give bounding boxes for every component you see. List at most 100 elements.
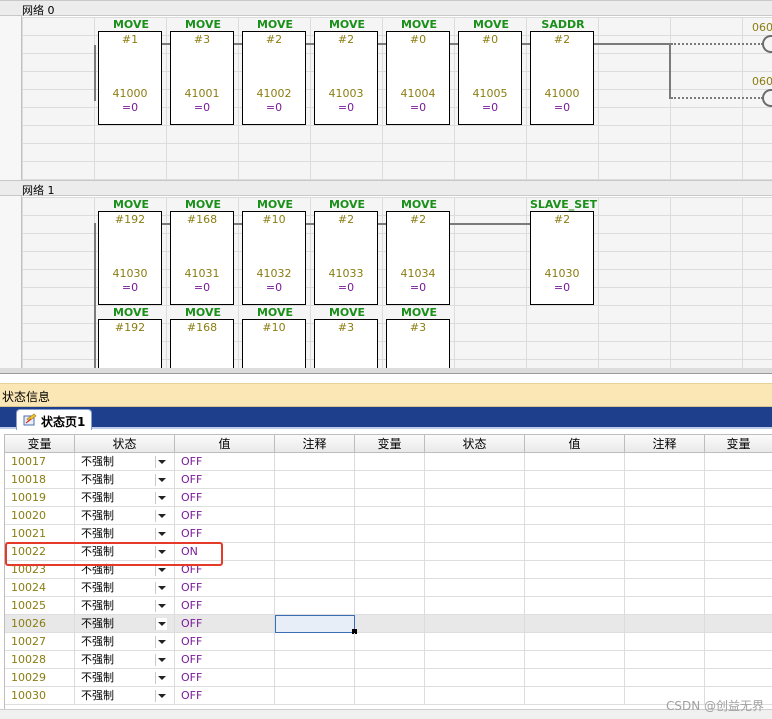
empty-cell[interactable] (275, 489, 355, 507)
table-row[interactable]: 10021 不强制 OFF (5, 525, 772, 543)
empty-cell[interactable] (425, 579, 525, 597)
empty-cell[interactable] (525, 453, 625, 471)
function-block[interactable]: #0 41004 =0 (386, 31, 450, 125)
value-cell[interactable]: OFF (175, 615, 275, 633)
function-block[interactable]: #10 41032 =0 (242, 211, 306, 305)
selected-cell[interactable] (275, 615, 355, 633)
function-block[interactable]: #2 41030 =0 (530, 211, 594, 305)
function-block[interactable]: #0 41005 =0 (458, 31, 522, 125)
empty-cell[interactable] (625, 453, 705, 471)
empty-cell[interactable] (625, 471, 705, 489)
empty-cell[interactable] (705, 579, 772, 597)
value-cell[interactable]: OFF (175, 471, 275, 489)
table-row[interactable]: 10026 不强制 OFF (5, 615, 772, 634)
column-header[interactable]: 注释 (275, 435, 355, 453)
empty-cell[interactable] (355, 669, 425, 687)
column-header[interactable]: 状态 (75, 435, 175, 453)
table-row[interactable]: 10019 不强制 OFF (5, 489, 772, 507)
variable-cell[interactable]: 10028 (5, 651, 75, 669)
state-select[interactable]: 不强制 (75, 597, 175, 615)
empty-cell[interactable] (355, 507, 425, 525)
empty-cell[interactable] (425, 471, 525, 489)
function-block[interactable]: #2 41034 =0 (386, 211, 450, 305)
empty-cell[interactable] (625, 507, 705, 525)
state-select[interactable]: 不强制 (75, 579, 175, 597)
empty-cell[interactable] (625, 669, 705, 687)
network-0-header[interactable]: 网络 0 (0, 0, 772, 17)
table-row[interactable]: 10024 不强制 OFF (5, 579, 772, 597)
variable-cell[interactable]: 10018 (5, 471, 75, 489)
empty-cell[interactable] (625, 579, 705, 597)
chevron-down-icon[interactable] (155, 510, 167, 522)
empty-cell[interactable] (355, 453, 425, 471)
variable-cell[interactable]: 10017 (5, 453, 75, 471)
column-header[interactable]: 变量 (705, 435, 772, 453)
state-select[interactable]: 不强制 (75, 633, 175, 651)
empty-cell[interactable] (525, 633, 625, 651)
value-cell[interactable]: OFF (175, 597, 275, 615)
empty-cell[interactable] (355, 489, 425, 507)
ladder-horizontal-scrollbar[interactable] (0, 368, 772, 373)
value-cell[interactable]: OFF (175, 687, 275, 705)
variable-cell[interactable]: 10029 (5, 669, 75, 687)
empty-cell[interactable] (625, 633, 705, 651)
variable-cell[interactable]: 10019 (5, 489, 75, 507)
empty-cell[interactable] (425, 507, 525, 525)
empty-cell[interactable] (355, 525, 425, 543)
function-block[interactable]: #192 41030 =0 (98, 211, 162, 305)
variable-cell[interactable]: 10025 (5, 597, 75, 615)
empty-cell[interactable] (705, 471, 772, 489)
empty-cell[interactable] (705, 651, 772, 669)
empty-cell[interactable] (625, 651, 705, 669)
empty-cell[interactable] (525, 471, 625, 489)
table-row[interactable]: 10020 不强制 OFF (5, 507, 772, 525)
function-block[interactable]: #2 41003 =0 (314, 31, 378, 125)
function-block[interactable]: #192 (98, 319, 162, 373)
empty-cell[interactable] (425, 687, 525, 705)
function-block[interactable]: #3 (386, 319, 450, 373)
state-select[interactable]: 不强制 (75, 669, 175, 687)
empty-cell[interactable] (525, 525, 625, 543)
table-row[interactable]: 10029 不强制 OFF (5, 669, 772, 687)
empty-cell[interactable] (525, 543, 625, 561)
empty-cell[interactable] (705, 561, 772, 579)
empty-cell[interactable] (525, 507, 625, 525)
column-header[interactable]: 值 (525, 435, 625, 453)
chevron-down-icon[interactable] (155, 636, 167, 648)
function-block[interactable]: #3 41001 =0 (170, 31, 234, 125)
chevron-down-icon[interactable] (155, 456, 167, 468)
chevron-down-icon[interactable] (155, 492, 167, 504)
empty-cell[interactable] (525, 669, 625, 687)
empty-cell[interactable] (625, 615, 705, 633)
empty-cell[interactable] (425, 597, 525, 615)
state-select[interactable]: 不强制 (75, 453, 175, 471)
ladder-editor[interactable]: 网络 0 网络 1 060 060 MOVE #1 41000 =0 MOVE #3 410… (0, 0, 772, 374)
empty-cell[interactable] (275, 453, 355, 471)
empty-cell[interactable] (625, 543, 705, 561)
variable-cell[interactable]: 10027 (5, 633, 75, 651)
empty-cell[interactable] (275, 687, 355, 705)
empty-cell[interactable] (355, 579, 425, 597)
empty-cell[interactable] (275, 669, 355, 687)
variable-cell[interactable]: 10030 (5, 687, 75, 705)
function-block[interactable]: #2 41000 =0 (530, 31, 594, 125)
state-select[interactable]: 不强制 (75, 615, 175, 633)
value-cell[interactable]: OFF (175, 579, 275, 597)
empty-cell[interactable] (275, 543, 355, 561)
value-cell[interactable]: OFF (175, 489, 275, 507)
empty-cell[interactable] (425, 561, 525, 579)
empty-cell[interactable] (355, 651, 425, 669)
table-row[interactable]: 10017 不强制 OFF (5, 453, 772, 471)
empty-cell[interactable] (525, 561, 625, 579)
empty-cell[interactable] (705, 633, 772, 651)
empty-cell[interactable] (425, 543, 525, 561)
empty-cell[interactable] (425, 633, 525, 651)
empty-cell[interactable] (275, 651, 355, 669)
function-block[interactable]: #1 41000 =0 (98, 31, 162, 125)
empty-cell[interactable] (275, 525, 355, 543)
table-row[interactable]: 10028 不强制 OFF (5, 651, 772, 669)
state-select[interactable]: 不强制 (75, 651, 175, 669)
empty-cell[interactable] (425, 453, 525, 471)
tab-status-page-1[interactable]: 状态页1 (16, 409, 92, 430)
value-cell[interactable]: OFF (175, 633, 275, 651)
